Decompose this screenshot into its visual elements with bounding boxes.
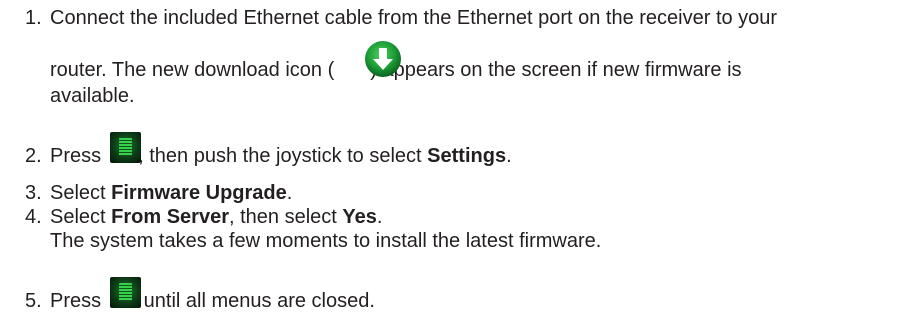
step-3-line: 3. Select Firmware Upgrade. [25,181,292,205]
step-number: 3. [25,182,42,204]
step-2-line: 2. Press , then push the joystick to selec… [25,144,512,168]
step-number: 2. [25,145,42,167]
step-bold-text: From Server [111,206,229,228]
step-text: until all menus are closed. [138,290,375,312]
step-text: available. [50,85,135,107]
menu-button-icon [110,132,141,163]
step-text: , then push the joystick to select [138,145,428,167]
step-text: ) appears on the screen if new firmware … [370,59,742,81]
step-text: Press [50,290,102,312]
step-text: Press [50,145,102,167]
step-text: The system takes a few moments to instal… [50,230,602,252]
step-4-line-1: 4. Select From Server, then select Yes. [25,205,382,229]
step-text: Select [50,182,112,204]
step-text: Select [50,206,112,228]
step-text: router. The new download icon ( [50,59,335,81]
step-1-line-3: available. [50,84,135,108]
step-5-line: 5. Press until all menus are closed. [25,289,375,313]
step-number: 1. [25,7,42,29]
step-text: . [506,145,512,167]
step-text: . [376,206,383,228]
download-icon [365,41,401,77]
step-number: 4. [25,206,42,228]
step-4-line-2: The system takes a few moments to instal… [50,229,601,253]
step-bold-text: Firmware Upgrade [111,182,287,204]
step-text: . [286,182,293,204]
step-number: 5. [25,290,42,312]
menu-button-icon [110,277,141,308]
step-bold-text: Settings [427,145,507,167]
step-1-line-1: 1. Connect the included Ethernet cable fr… [25,6,777,30]
step-text: , then select [229,206,343,228]
step-bold-text: Yes [342,206,377,228]
step-text: Connect the included Ethernet cable from… [50,7,778,29]
